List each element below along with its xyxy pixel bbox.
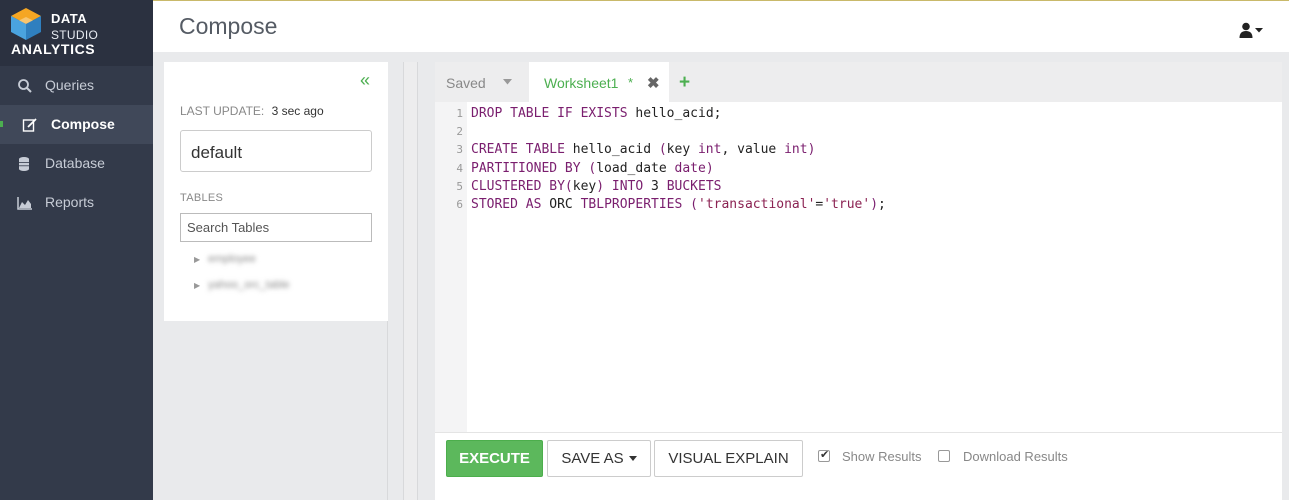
code-line: 2 xyxy=(435,123,1282,141)
page-title: Compose xyxy=(179,13,278,39)
search-icon xyxy=(18,79,32,93)
last-update: LAST UPDATE: 3 sec ago xyxy=(180,104,324,118)
caret-down-icon xyxy=(628,456,637,461)
app-logo[interactable]: DATA STUDIO ANALYTICS xyxy=(0,0,153,66)
code-line: 5 CLUSTERED BY(key) INTO 3 BUCKETS xyxy=(435,178,1282,196)
active-indicator xyxy=(0,121,4,127)
editor-toolbar: EXECUTE SAVE AS VISUAL EXPLAIN Show Resu… xyxy=(435,432,1282,484)
code-line: 4 PARTITIONED BY (load_date date) xyxy=(435,160,1282,178)
execute-button[interactable]: EXECUTE xyxy=(446,440,543,477)
query-editor: Saved Worksheet1 * ✖ + 1 DROP TABLE IF E… xyxy=(435,62,1282,500)
logo-text-data: DATA xyxy=(51,11,88,26)
sidebar-item-label: Queries xyxy=(45,77,95,93)
database-icon xyxy=(19,157,29,171)
expand-arrow-icon[interactable]: ▶ xyxy=(194,255,200,264)
code-area[interactable]: 1 DROP TABLE IF EXISTS hello_acid; 2 3 C… xyxy=(435,105,1282,214)
logo-cube-icon xyxy=(11,8,41,40)
code-text: CLUSTERED BY(key) INTO 3 BUCKETS xyxy=(471,178,722,194)
line-number: 4 xyxy=(456,161,463,175)
code-line: 1 DROP TABLE IF EXISTS hello_acid; xyxy=(435,105,1282,123)
save-as-button[interactable]: SAVE AS xyxy=(547,440,651,477)
table-tree-item[interactable]: ▶ employee xyxy=(194,253,256,265)
download-results-checkbox[interactable] xyxy=(938,450,950,462)
visual-explain-button[interactable]: VISUAL EXPLAIN xyxy=(654,440,803,477)
code-line: 6 STORED AS ORC TBLPROPERTIES ('transact… xyxy=(435,196,1282,214)
chart-icon xyxy=(17,197,32,210)
logo-text-studio: STUDIO xyxy=(51,28,99,42)
last-update-label: LAST UPDATE: xyxy=(180,104,265,118)
close-icon[interactable]: ✖ xyxy=(647,74,660,92)
user-icon[interactable] xyxy=(1239,22,1265,38)
collapse-panel-icon[interactable]: « xyxy=(356,71,374,89)
sidebar-item-compose[interactable]: Compose xyxy=(0,105,153,144)
sidebar-item-database[interactable]: Database xyxy=(0,144,153,183)
line-number: 2 xyxy=(456,125,463,139)
download-results-label[interactable]: Download Results xyxy=(963,449,1068,464)
tables-panel-empty-area xyxy=(164,321,388,500)
tab-worksheet1[interactable]: Worksheet1 * ✖ xyxy=(529,62,669,102)
sidebar-item-label: Reports xyxy=(45,194,95,210)
tab-saved[interactable]: Saved xyxy=(446,75,486,91)
line-number: 6 xyxy=(456,197,463,211)
table-name: yahoo_orc_table xyxy=(208,279,290,291)
code-text: CREATE TABLE hello_acid (key int, value … xyxy=(471,142,816,158)
sidebar-item-label: Compose xyxy=(51,116,115,132)
logo-text-analytics: ANALYTICS xyxy=(11,41,96,57)
chevron-down-icon[interactable] xyxy=(503,79,512,85)
line-number: 5 xyxy=(456,179,463,193)
tables-heading: TABLES xyxy=(180,192,224,204)
show-results-checkbox[interactable] xyxy=(818,448,830,462)
expand-arrow-icon[interactable]: ▶ xyxy=(194,281,200,290)
tables-panel: « LAST UPDATE: 3 sec ago default TABLES … xyxy=(164,62,388,321)
code-text: PARTITIONED BY (load_date date) xyxy=(471,160,714,176)
last-update-value: 3 sec ago xyxy=(271,104,324,118)
top-bar: Compose xyxy=(153,0,1289,52)
save-as-label: SAVE AS xyxy=(561,450,624,467)
sidebar-item-reports[interactable]: Reports xyxy=(0,183,153,222)
unsaved-marker: * xyxy=(628,75,634,90)
code-text: DROP TABLE IF EXISTS hello_acid; xyxy=(471,106,722,121)
add-tab-icon[interactable]: + xyxy=(679,72,690,94)
sidebar-item-queries[interactable]: Queries xyxy=(0,66,153,105)
tab-label: Worksheet1 xyxy=(544,75,619,91)
sidebar-item-label: Database xyxy=(45,155,105,171)
show-results-label[interactable]: Show Results xyxy=(842,449,921,464)
database-selector[interactable]: default xyxy=(180,130,372,172)
panel-splitter[interactable] xyxy=(403,62,418,500)
edit-icon xyxy=(22,118,37,132)
table-name: employee xyxy=(208,253,256,265)
table-tree-item[interactable]: ▶ yahoo_orc_table xyxy=(194,279,290,291)
line-number: 3 xyxy=(456,143,463,157)
sidebar: DATA STUDIO ANALYTICS Queries Compose Da… xyxy=(0,0,153,500)
code-line: 3 CREATE TABLE hello_acid (key int, valu… xyxy=(435,141,1282,159)
line-number: 1 xyxy=(456,107,463,120)
code-text: STORED AS ORC TBLPROPERTIES ('transactio… xyxy=(471,196,886,212)
search-tables-input[interactable] xyxy=(180,213,372,242)
worksheet-tabs: Saved Worksheet1 * ✖ + xyxy=(435,62,1282,102)
